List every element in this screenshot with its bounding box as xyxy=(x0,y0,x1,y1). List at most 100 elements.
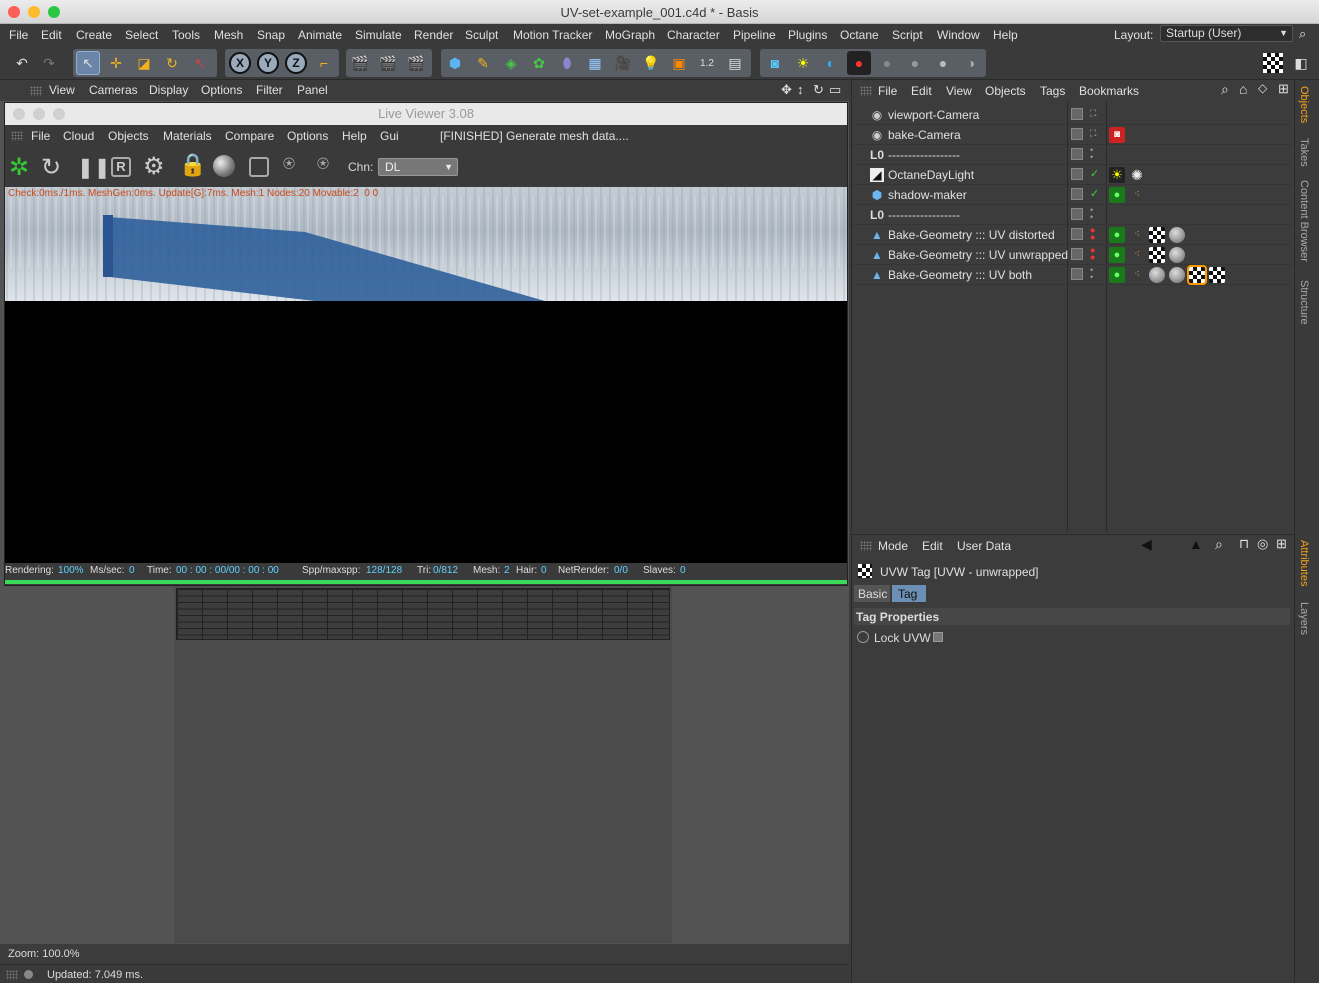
object-name[interactable]: bake-Camera xyxy=(888,128,961,142)
render-settings-icon[interactable]: 🎬 xyxy=(404,51,428,75)
uvw-tag-icon[interactable] xyxy=(1209,267,1225,283)
material-tag-icon[interactable] xyxy=(1169,247,1185,263)
target-tag-icon[interactable]: ⛶ xyxy=(1090,108,1096,124)
om-menu-edit[interactable]: Edit xyxy=(911,84,932,98)
menu-edit[interactable]: Edit xyxy=(41,28,62,42)
new-manager-icon[interactable]: ⊞ xyxy=(1278,81,1289,97)
octane-live-viewer-icon[interactable]: ◙ xyxy=(763,51,787,75)
menu-tools[interactable]: Tools xyxy=(172,28,200,42)
redo-icon[interactable]: ↷ xyxy=(37,51,61,75)
octane-object-tag-icon[interactable]: ● xyxy=(1109,227,1125,243)
render-empty-area[interactable] xyxy=(5,301,847,563)
lv-menu-options[interactable]: Options xyxy=(287,129,328,143)
collapse-icon[interactable]: ◇ xyxy=(1258,81,1267,95)
target-tag-icon[interactable]: ⛶ xyxy=(1090,128,1096,144)
viewport-menu-panel[interactable]: Panel xyxy=(297,83,328,97)
layer-toggle-icon[interactable] xyxy=(1071,168,1083,180)
lv-minimize-button[interactable] xyxy=(33,108,45,120)
up-arrow-icon[interactable]: ▲ xyxy=(1189,536,1203,552)
undo-icon[interactable]: ↶ xyxy=(10,51,34,75)
object-row[interactable]: L0 ------------------ • • xyxy=(852,205,1292,225)
om-menu-tags[interactable]: Tags xyxy=(1040,84,1065,98)
octane-camera-tag-icon[interactable]: ◙ xyxy=(1109,127,1125,143)
viewport-menu-options[interactable]: Options xyxy=(201,83,242,97)
lv-menu-gui[interactable]: Gui xyxy=(380,129,399,143)
search-icon[interactable]: ⌕ xyxy=(1299,26,1306,42)
lv-close-button[interactable] xyxy=(13,108,25,120)
material-sphere-2-icon[interactable]: ● xyxy=(903,51,927,75)
phong-tag-icon[interactable]: ⁖ xyxy=(1129,267,1145,283)
home-icon[interactable]: ⌂ xyxy=(1239,81,1247,97)
viewport-menu-filter[interactable]: Filter xyxy=(256,83,283,97)
object-name[interactable]: viewport-Camera xyxy=(888,108,979,122)
layer-toggle-icon[interactable] xyxy=(1071,228,1083,240)
menu-script[interactable]: Script xyxy=(892,28,923,42)
octane-object-tag-icon[interactable]: ● xyxy=(1109,247,1125,263)
back-arrow-icon[interactable]: ◀ xyxy=(1141,536,1152,553)
attr-menu-mode[interactable]: Mode xyxy=(878,539,908,553)
grip-icon[interactable] xyxy=(860,541,872,551)
menu-plugins[interactable]: Plugins xyxy=(788,28,827,42)
search-icon[interactable]: ⌕ xyxy=(1215,536,1223,553)
material-tag-icon[interactable] xyxy=(1169,227,1185,243)
sun-tag-icon[interactable]: ☀ xyxy=(1109,167,1125,183)
layer-toggle-icon[interactable] xyxy=(1071,128,1083,140)
menu-window[interactable]: Window xyxy=(937,28,980,42)
rotate-icon[interactable]: ↻ xyxy=(160,51,184,75)
cloner-icon[interactable]: ✿ xyxy=(527,51,551,75)
enabled-check-icon[interactable]: ✓ xyxy=(1090,167,1099,183)
grip-icon[interactable] xyxy=(11,131,23,141)
menu-snap[interactable]: Snap xyxy=(257,28,285,42)
object-row[interactable]: ◢ OctaneDayLight ✓ ☀ ✺ xyxy=(852,165,1292,185)
lv-zoom-button[interactable] xyxy=(53,108,65,120)
object-name[interactable]: Bake-Geometry ::: UV both xyxy=(888,268,1032,282)
object-name[interactable]: ------------------ xyxy=(888,208,960,222)
lock-uvw-checkbox[interactable] xyxy=(933,632,943,642)
focus-picker-icon[interactable]: ⍟ xyxy=(283,153,295,176)
lv-menu-materials[interactable]: Materials xyxy=(163,129,212,143)
viewport-grid-area[interactable] xyxy=(174,586,672,943)
material-tag-icon[interactable] xyxy=(1149,267,1165,283)
animate-radio-icon[interactable] xyxy=(857,631,869,643)
grip-icon[interactable] xyxy=(6,970,18,980)
layer-toggle-icon[interactable] xyxy=(1071,268,1083,280)
attr-menu-user-data[interactable]: User Data xyxy=(957,539,1011,553)
attr-menu-edit[interactable]: Edit xyxy=(922,539,943,553)
restart-render-icon[interactable]: ↻ xyxy=(41,153,61,182)
menu-select[interactable]: Select xyxy=(125,28,158,42)
z-axis-icon[interactable]: Z xyxy=(284,51,308,75)
channel-dropdown[interactable]: DL ▼ xyxy=(378,158,458,176)
render-picture-viewer-icon[interactable]: 🎬 xyxy=(376,51,400,75)
om-menu-file[interactable]: File xyxy=(878,84,897,98)
render-preview[interactable]: Check:0ms./1ms. MeshGen:0ms. Update[G]:7… xyxy=(5,187,847,301)
material-picker-icon[interactable]: ⍟ xyxy=(317,153,329,176)
floor-icon[interactable]: ▦ xyxy=(583,51,607,75)
menu-mesh[interactable]: Mesh xyxy=(214,28,243,42)
grip-icon[interactable] xyxy=(860,86,872,96)
lock-icon[interactable]: ⊓ xyxy=(1239,536,1249,552)
side-tab-objects[interactable]: Objects xyxy=(1298,86,1310,123)
sky-tag-icon[interactable]: ✺ xyxy=(1129,167,1145,183)
om-menu-view[interactable]: View xyxy=(946,84,972,98)
tab-tag[interactable]: Tag xyxy=(892,585,926,602)
visibility-dots-icon[interactable]: • • xyxy=(1090,206,1096,223)
om-menu-bookmarks[interactable]: Bookmarks xyxy=(1079,84,1139,98)
lv-menu-cloud[interactable]: Cloud xyxy=(63,129,94,143)
save-icon[interactable]: ▣ xyxy=(667,51,691,75)
visibility-dots-icon[interactable]: • • xyxy=(1090,266,1096,283)
object-name[interactable]: ------------------ xyxy=(888,148,960,162)
tab-basic[interactable]: Basic xyxy=(854,585,890,602)
enabled-check-icon[interactable]: ✓ xyxy=(1090,187,1099,203)
layer-toggle-icon[interactable] xyxy=(1071,188,1083,200)
new-manager-icon[interactable]: ⊞ xyxy=(1276,536,1287,552)
maximize-view-icon[interactable]: ▭ xyxy=(829,82,841,98)
side-tab-content-browser[interactable]: Content Browser xyxy=(1298,180,1310,262)
move-view-icon[interactable]: ✥ xyxy=(781,82,792,98)
move-icon[interactable]: ✛ xyxy=(104,51,128,75)
camera-icon[interactable]: 🎥 xyxy=(611,51,635,75)
uvw-tag-icon[interactable] xyxy=(1149,247,1165,263)
menu-simulate[interactable]: Simulate xyxy=(355,28,402,42)
om-menu-objects[interactable]: Objects xyxy=(985,84,1026,98)
layer-toggle-icon[interactable] xyxy=(1071,248,1083,260)
phong-tag-icon[interactable]: ⁖ xyxy=(1129,227,1145,243)
